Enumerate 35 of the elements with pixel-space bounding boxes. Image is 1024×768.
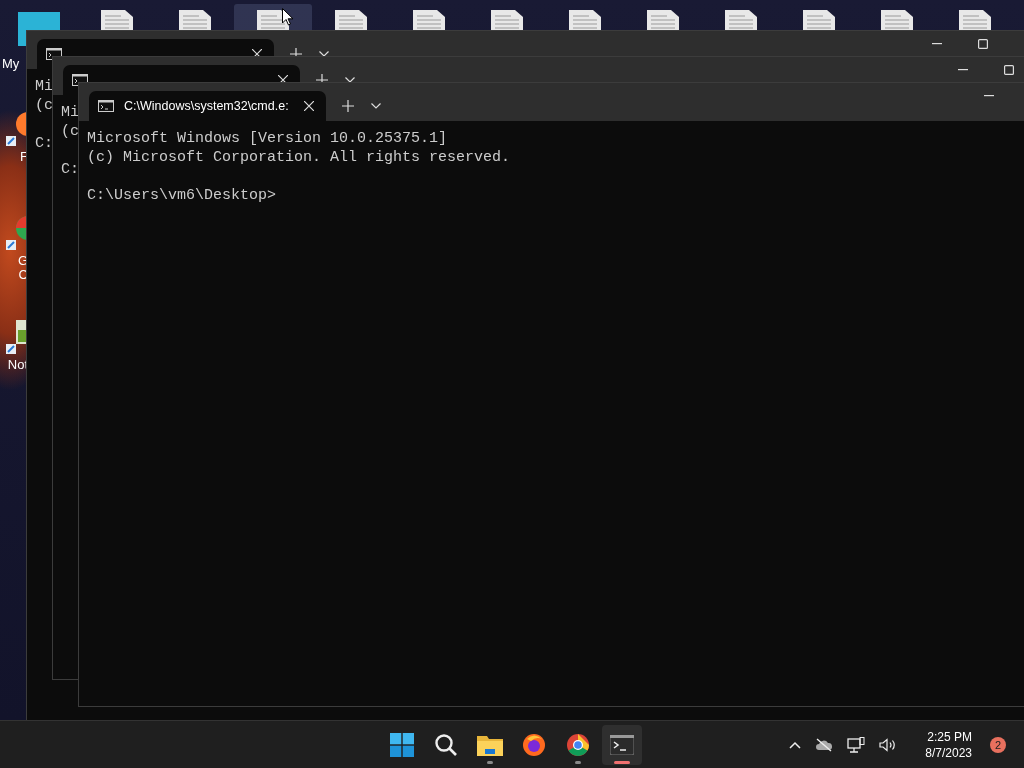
network-icon[interactable]: [847, 736, 866, 753]
terminal-tab[interactable]: C:\Windows\system32\cmd.e:: [89, 91, 326, 121]
close-icon[interactable]: [304, 101, 314, 111]
icon-label: My: [1, 56, 20, 71]
dropdown-icon[interactable]: [371, 103, 381, 109]
console-text: Mi: [35, 78, 53, 95]
console-text: (c: [35, 97, 53, 114]
maximize-icon: [1004, 65, 1014, 75]
folder-icon: [477, 733, 503, 756]
console-text: Mi: [61, 104, 79, 121]
clock[interactable]: 2:25 PM 8/7/2023: [921, 728, 976, 761]
new-tab-icon[interactable]: [342, 100, 354, 112]
search-icon: [434, 732, 458, 757]
console-text: C:: [61, 161, 79, 178]
cursor-icon: [282, 8, 294, 26]
speaker-icon[interactable]: [879, 737, 898, 752]
console-text: C:: [35, 135, 53, 152]
browser-icon: [566, 732, 590, 757]
cloud-off-icon[interactable]: [815, 737, 834, 752]
console-text: Microsoft Windows [Version 10.0.25375.1]: [87, 130, 448, 147]
console-text: (c) Microsoft Corporation. All rights reserved.: [87, 149, 511, 166]
minimize-icon: [958, 69, 968, 71]
notification-badge[interactable]: 2: [990, 736, 1006, 753]
terminal-icon: [610, 734, 634, 755]
maximize-icon: [978, 39, 988, 49]
console-icon: [98, 100, 114, 112]
chevron-up-icon[interactable]: [789, 740, 802, 749]
terminal-taskbar-button[interactable]: [602, 724, 642, 765]
windows-icon: [390, 732, 414, 757]
browser-icon: [522, 732, 546, 757]
tab-title: C:\Windows\system32\cmd.e:: [124, 99, 289, 113]
minimize-icon: [932, 43, 942, 45]
console-text: C:\Users\vm6\Desktop>: [87, 187, 277, 204]
minimize-icon: [984, 95, 994, 97]
console-text: (c: [61, 123, 79, 140]
